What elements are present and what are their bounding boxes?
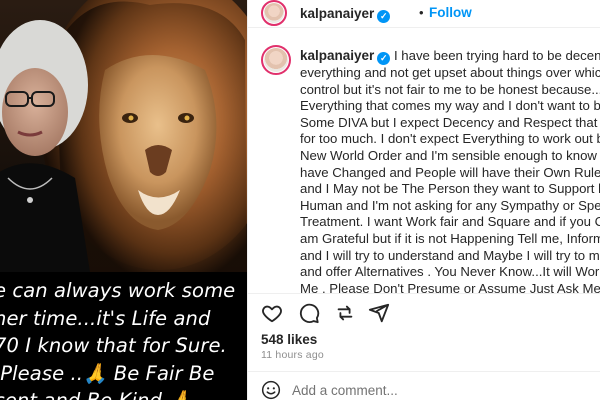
post-header: kalpanaiyer ✓ • Follow [248, 0, 600, 28]
comment-input[interactable] [292, 380, 582, 400]
emoji-icon[interactable] [261, 380, 281, 400]
caption-line: New World Order and I'm sensible enough … [300, 147, 597, 163]
comment-icon[interactable] [298, 302, 320, 324]
caption-line: have Changed and People will have their … [300, 164, 600, 180]
caption-line: am Grateful but if it is not Happening T… [300, 230, 600, 246]
image-caption-line: cent and Be Kind 🙏 [0, 387, 247, 400]
post-timestamp[interactable]: 11 hours ago [261, 349, 324, 361]
share-icon[interactable] [334, 302, 356, 324]
caption-line: for too much. I don't expect Everything … [300, 131, 600, 147]
caption-line: and I will try to understand and Maybe I… [300, 247, 600, 263]
post-media[interactable]: e can always work some ner time...it's Li… [0, 0, 247, 400]
image-caption: e can always work some ner time...it's Li… [0, 272, 247, 400]
image-caption-line: 70 I know that for Sure. [0, 334, 227, 357]
follow-button[interactable]: Follow [429, 5, 472, 20]
caption-line: control but it's not fair to me to be ho… [300, 81, 600, 97]
caption-line: kalpanaiyer ✓ I have been trying hard to … [300, 48, 600, 65]
separator: • [419, 5, 424, 20]
caption-username[interactable]: kalpanaiyer [300, 48, 374, 63]
caption-line: and I May not be The Person they want to… [300, 181, 600, 197]
post-panel: kalpanaiyer ✓ • Follow kalpanaiyer ✓ I hav… [247, 0, 600, 400]
verified-badge-icon: ✓ [377, 52, 391, 65]
caption-line: Treatment. I want Work fair and Square a… [300, 214, 600, 230]
action-bar [248, 293, 600, 327]
send-icon[interactable] [368, 302, 390, 324]
caption-line: and offer Alternatives . You Never Know.… [300, 264, 600, 280]
caption-line: Everything that comes my way and I don't… [300, 98, 600, 114]
verified-badge-icon: ✓ [377, 10, 391, 23]
post-caption: kalpanaiyer ✓ I have been trying hard to … [300, 48, 600, 293]
caption-line: everything and not get upset about thing… [300, 65, 600, 80]
image-caption-text: e can always work some ner time...it's Li… [0, 277, 247, 400]
caption-text: I have been trying hard to be decent abo… [393, 48, 600, 63]
image-caption-line: e can always work some [0, 279, 236, 302]
header-username[interactable]: kalpanaiyer [300, 6, 374, 21]
caption-line: Some DIVA but I expect Decency and Respe… [300, 114, 598, 130]
caption-area: kalpanaiyer ✓ I have been trying hard to … [248, 29, 600, 293]
caption-line: Human and I'm not asking for any Sympath… [300, 197, 600, 213]
header-username-row: kalpanaiyer ✓ [300, 5, 391, 23]
image-caption-line: ner time...it's Life and [0, 306, 211, 330]
caption-avatar[interactable] [261, 45, 291, 75]
avatar[interactable] [261, 0, 287, 26]
caption-line: Me . Please Don't Presume or Assume Just… [300, 280, 600, 293]
post-photo [0, 0, 247, 272]
like-count[interactable]: 548 likes [261, 332, 317, 347]
image-caption-line: Please ..🙏 Be Fair Be [0, 361, 215, 385]
comment-bar [248, 371, 600, 400]
heart-icon[interactable] [261, 302, 283, 324]
